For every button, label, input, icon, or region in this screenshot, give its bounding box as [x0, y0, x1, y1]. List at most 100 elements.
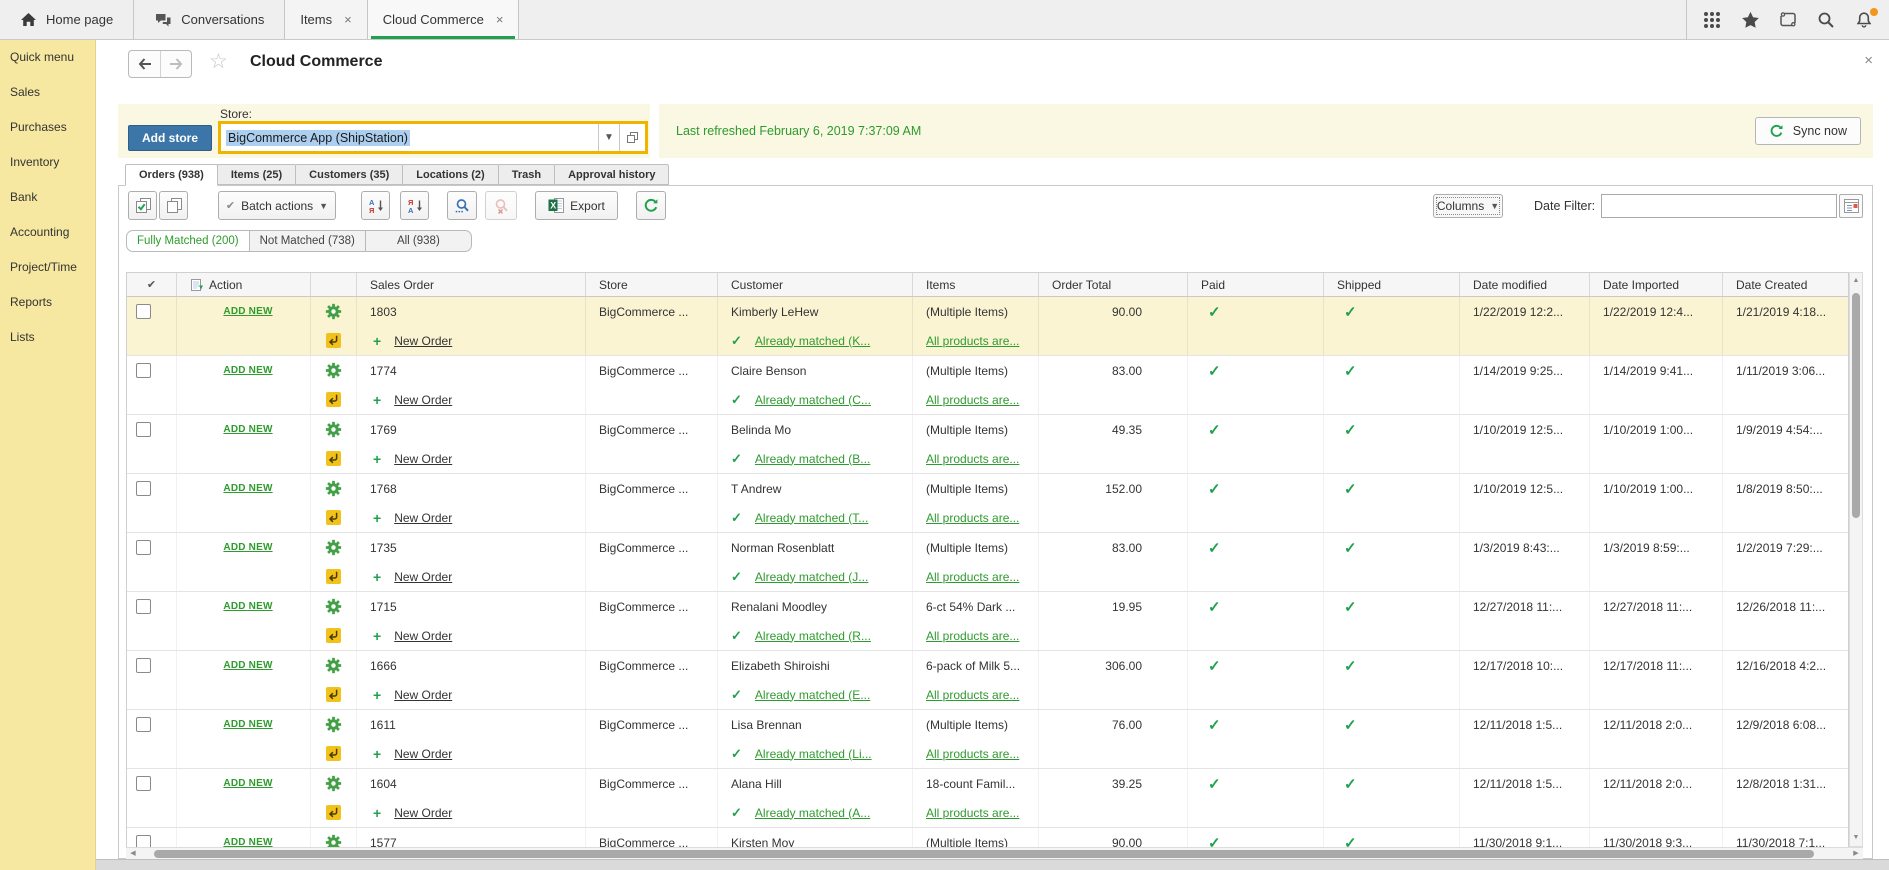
vertical-scrollbar[interactable]: ▲ ▼: [1849, 272, 1863, 847]
new-order-link[interactable]: New Order: [394, 511, 452, 525]
already-matched-link[interactable]: Already matched (C...: [755, 393, 871, 407]
sync-now-button[interactable]: Sync now: [1755, 117, 1861, 145]
scroll-up-arrow-icon[interactable]: ▲: [1850, 274, 1862, 288]
add-new-link[interactable]: ADD NEW: [223, 837, 272, 847]
row-checkbox[interactable]: [136, 835, 151, 847]
search-button[interactable]: [1809, 5, 1843, 35]
scroll-down-arrow-icon[interactable]: ▼: [1850, 831, 1862, 845]
close-tab-icon[interactable]: ×: [344, 13, 352, 26]
notifications-bell-button[interactable]: [1847, 5, 1881, 35]
new-order-link[interactable]: New Order: [394, 452, 452, 466]
already-matched-link[interactable]: Already matched (T...: [755, 511, 868, 525]
already-matched-link[interactable]: Already matched (R...: [755, 629, 871, 643]
new-order-link[interactable]: New Order: [394, 688, 452, 702]
row-checkbox[interactable]: [136, 540, 151, 555]
add-new-link[interactable]: ADD NEW: [223, 660, 272, 671]
add-new-link[interactable]: ADD NEW: [223, 306, 272, 317]
row-checkbox[interactable]: [136, 717, 151, 732]
all-products-link[interactable]: All products are...: [926, 688, 1019, 702]
recent-scroll-button[interactable]: [1771, 5, 1805, 35]
new-order-link[interactable]: New Order: [394, 747, 452, 761]
row-actions-gear-button[interactable]: [325, 539, 342, 556]
tab-locations-2[interactable]: Locations (2): [402, 164, 498, 185]
sidebar-item-quick-menu[interactable]: Quick menu: [0, 40, 95, 75]
header-order-total[interactable]: Order Total: [1039, 273, 1188, 296]
add-new-link[interactable]: ADD NEW: [223, 778, 272, 789]
header-date-imported[interactable]: Date Imported: [1590, 273, 1723, 296]
new-order-link[interactable]: New Order: [394, 334, 452, 348]
horizontal-scrollbar-thumb[interactable]: [154, 850, 1814, 858]
new-order-link[interactable]: New Order: [394, 570, 452, 584]
sidebar-item-purchases[interactable]: Purchases: [0, 110, 95, 145]
filter-not-matched-738[interactable]: Not Matched (738): [250, 230, 366, 252]
row-checkbox[interactable]: [136, 481, 151, 496]
vertical-scrollbar-thumb[interactable]: [1852, 293, 1860, 518]
close-tab-icon[interactable]: ×: [496, 13, 504, 26]
header-customer[interactable]: Customer: [718, 273, 913, 296]
add-new-link[interactable]: ADD NEW: [223, 601, 272, 612]
already-matched-link[interactable]: Already matched (B...: [755, 452, 870, 466]
new-order-link[interactable]: New Order: [394, 806, 452, 820]
header-action[interactable]: Action: [177, 273, 311, 296]
sidebar-item-sales[interactable]: Sales: [0, 75, 95, 110]
row-actions-gear-button[interactable]: [325, 480, 342, 497]
row-actions-gear-button[interactable]: [325, 421, 342, 438]
new-order-link[interactable]: New Order: [394, 629, 452, 643]
header-items[interactable]: Items: [913, 273, 1039, 296]
already-matched-link[interactable]: Already matched (K...: [755, 334, 870, 348]
date-filter-calendar-button[interactable]: [1839, 194, 1863, 218]
tab-customers-35[interactable]: Customers (35): [295, 164, 403, 185]
add-store-button[interactable]: Add store: [128, 125, 212, 151]
row-checkbox[interactable]: [136, 363, 151, 378]
tab-trash[interactable]: Trash: [498, 164, 555, 185]
forward-button[interactable]: [160, 51, 191, 77]
store-combobox-value[interactable]: BigCommerce App (ShipStation): [221, 124, 598, 151]
header-shipped[interactable]: Shipped: [1324, 273, 1460, 296]
apps-grid-button[interactable]: [1695, 5, 1729, 35]
row-checkbox[interactable]: [136, 304, 151, 319]
sidebar-item-reports[interactable]: Reports: [0, 285, 95, 320]
row-actions-gear-button[interactable]: [325, 598, 342, 615]
export-button[interactable]: X Export: [535, 191, 618, 220]
add-new-link[interactable]: ADD NEW: [223, 483, 272, 494]
all-products-link[interactable]: All products are...: [926, 334, 1019, 348]
favorite-star-icon[interactable]: ☆: [209, 51, 228, 72]
header-check[interactable]: ✔: [127, 273, 177, 296]
already-matched-link[interactable]: Already matched (Li...: [755, 747, 872, 761]
row-checkbox[interactable]: [136, 658, 151, 673]
add-new-link[interactable]: ADD NEW: [223, 542, 272, 553]
add-new-link[interactable]: ADD NEW: [223, 365, 272, 376]
header-gear[interactable]: [311, 273, 357, 296]
filter-all-938[interactable]: All (938): [366, 230, 472, 252]
row-actions-gear-button[interactable]: [325, 834, 342, 847]
filter-fully-matched-200[interactable]: Fully Matched (200): [126, 230, 250, 252]
row-checkbox[interactable]: [136, 599, 151, 614]
page-close-icon[interactable]: ×: [1864, 53, 1873, 68]
sidebar-item-bank[interactable]: Bank: [0, 180, 95, 215]
all-products-link[interactable]: All products are...: [926, 570, 1019, 584]
search-rows-button[interactable]: [447, 191, 477, 220]
topbar-item-conversations[interactable]: Conversations: [134, 0, 285, 39]
clear-search-button[interactable]: [485, 191, 517, 220]
tab-items-25[interactable]: Items (25): [217, 164, 296, 185]
refresh-button[interactable]: [636, 191, 666, 220]
sidebar-item-lists[interactable]: Lists: [0, 320, 95, 355]
row-actions-gear-button[interactable]: [325, 716, 342, 733]
header-date-created[interactable]: Date Created: [1723, 273, 1848, 296]
row-actions-gear-button[interactable]: [325, 657, 342, 674]
topbar-item-home-page[interactable]: Home page: [0, 0, 134, 39]
sidebar-item-inventory[interactable]: Inventory: [0, 145, 95, 180]
all-products-link[interactable]: All products are...: [926, 806, 1019, 820]
doc-tab-cloud-commerce[interactable]: Cloud Commerce ×: [368, 0, 520, 39]
batch-actions-button[interactable]: ✔ Batch actions ▼: [218, 191, 336, 220]
add-new-link[interactable]: ADD NEW: [223, 719, 272, 730]
copy-selection-button[interactable]: [159, 191, 188, 220]
header-date-modified[interactable]: Date modified: [1460, 273, 1590, 296]
row-checkbox[interactable]: [136, 776, 151, 791]
row-checkbox[interactable]: [136, 422, 151, 437]
row-actions-gear-button[interactable]: [325, 775, 342, 792]
tab-approval-history[interactable]: Approval history: [554, 164, 669, 185]
columns-button[interactable]: Columns ▼: [1433, 194, 1503, 218]
new-order-link[interactable]: New Order: [394, 393, 452, 407]
favorites-star-button[interactable]: [1733, 5, 1767, 35]
